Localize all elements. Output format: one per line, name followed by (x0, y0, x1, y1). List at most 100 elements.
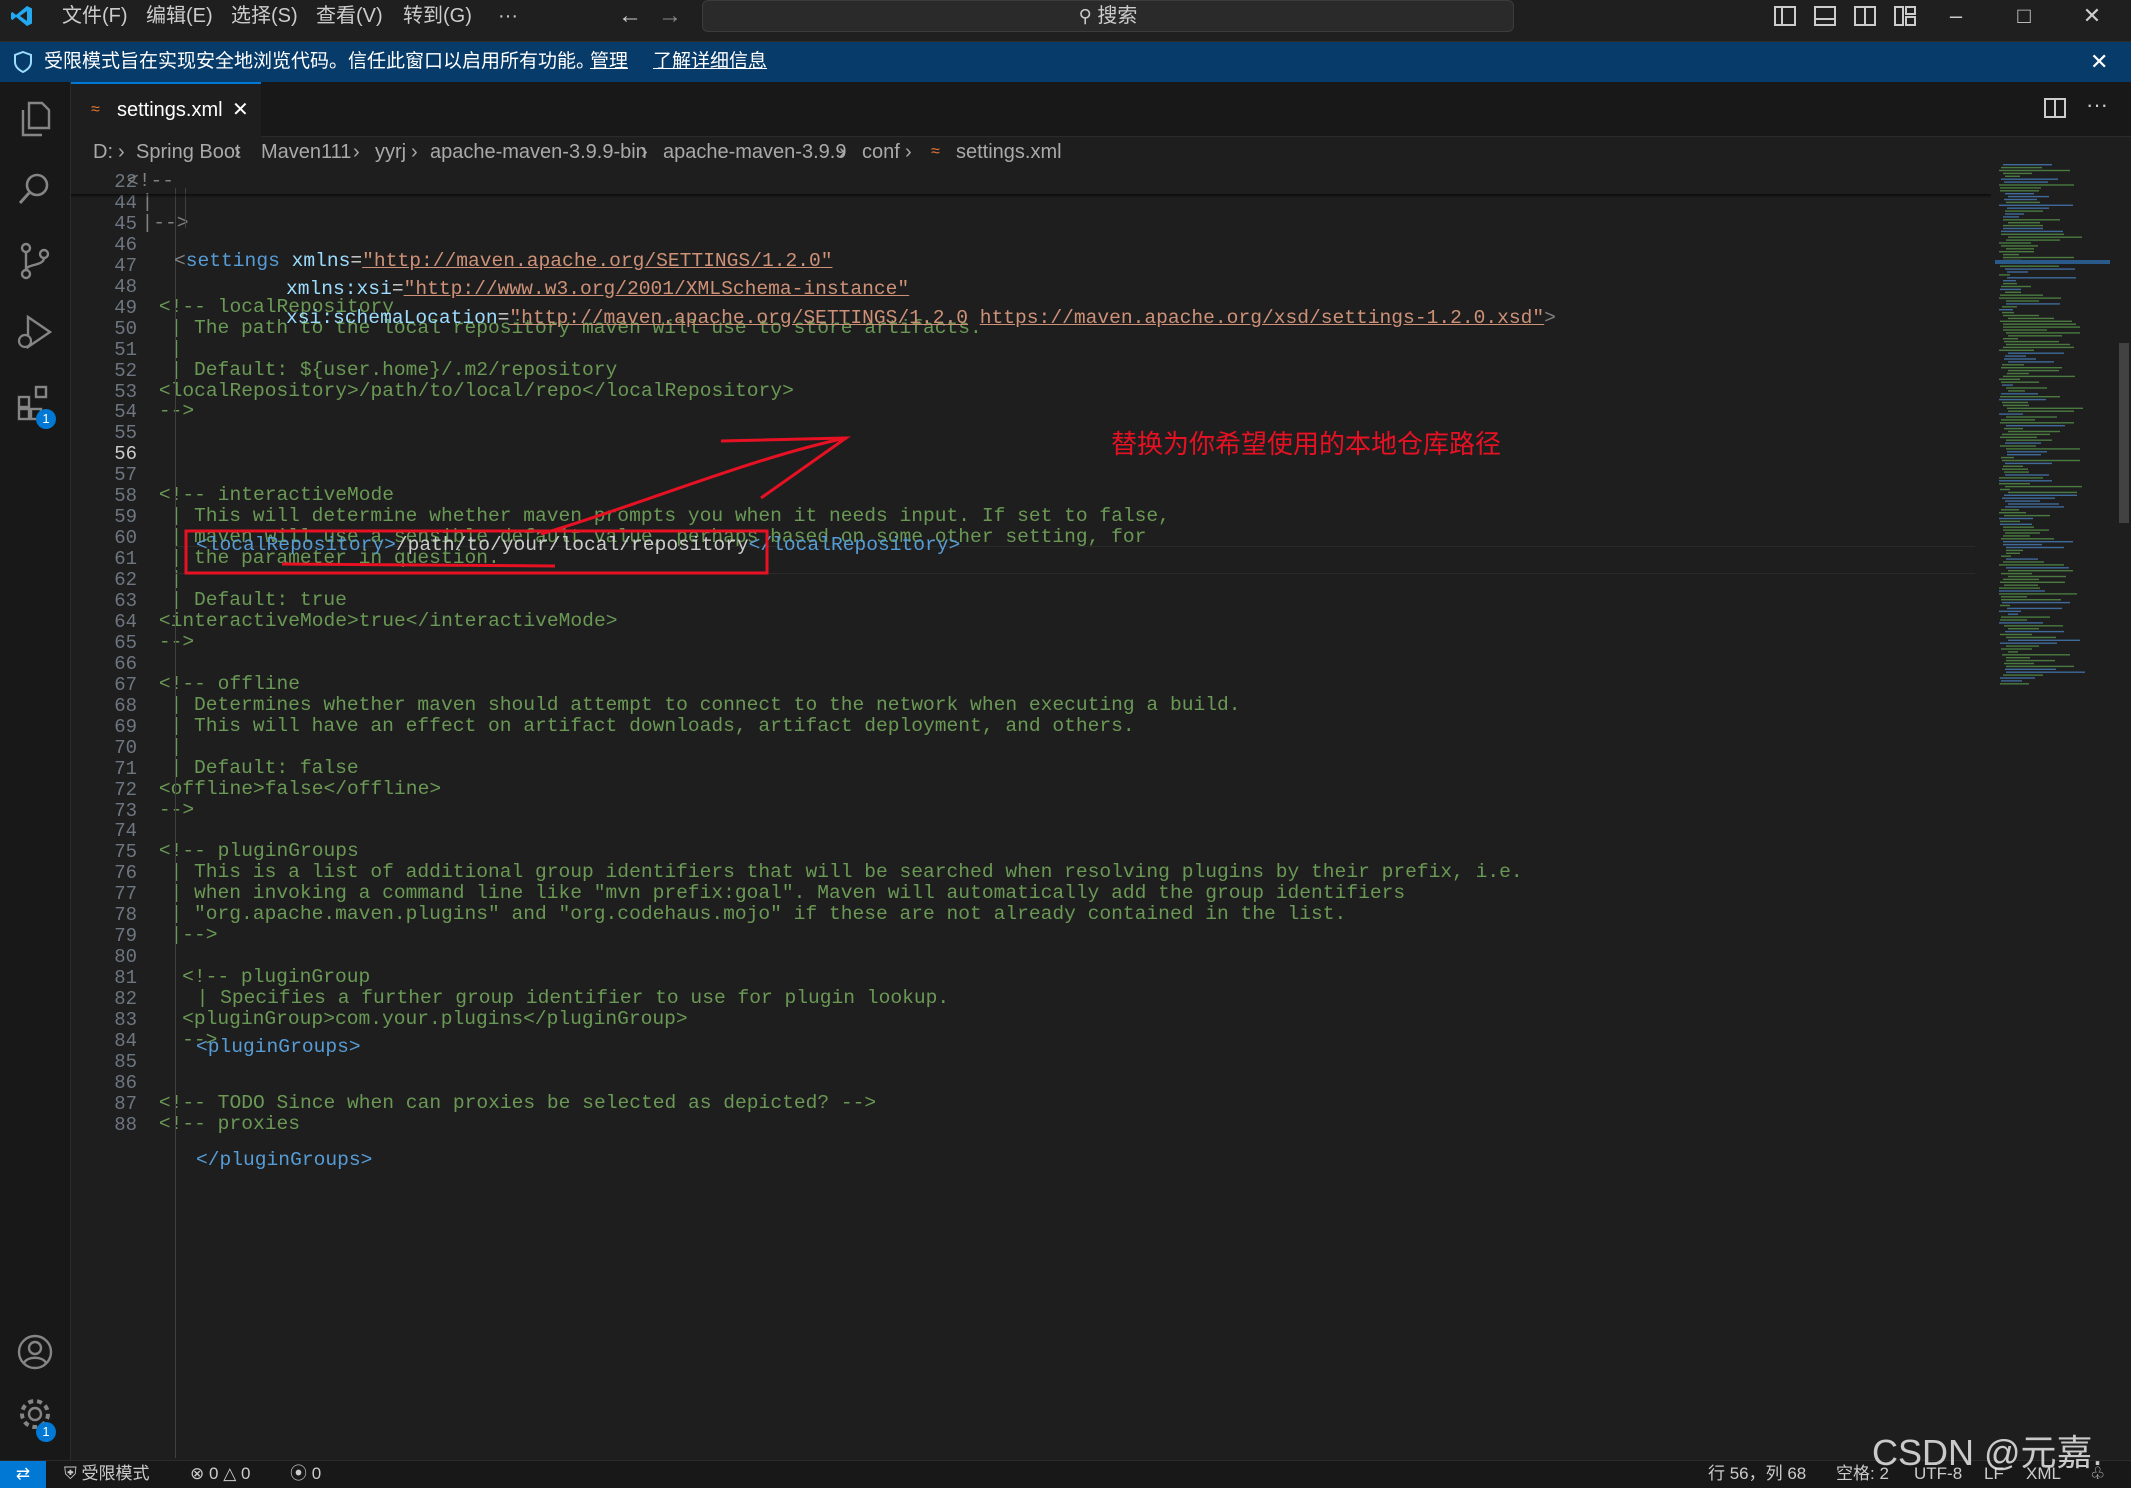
minimap-line (2000, 683, 2029, 685)
minimap-line (2007, 277, 2076, 279)
breadcrumb-drive[interactable]: D: (93, 137, 113, 167)
restricted-mode-banner: 受限模式旨在实现安全地浏览代码。信任此窗口以启用所有功能。 管理 了解详细信息 … (0, 42, 2131, 82)
toggle-secondary-sidebar-icon[interactable] (1854, 6, 1876, 31)
minimap-line (2001, 538, 2054, 540)
minimap-line (2001, 572, 2032, 575)
status-problems[interactable]: ⊗ 0 △ 0 (190, 1461, 250, 1487)
menu-view[interactable]: 查看(V) (316, 0, 383, 41)
status-port-count: 0 (311, 1464, 322, 1483)
minimap-line (2002, 364, 2024, 366)
chevron-right-icon: › (905, 141, 912, 163)
forward-arrow-icon[interactable]: → (658, 2, 682, 30)
maximize-button[interactable]: □ (1996, 0, 2052, 34)
remote-indicator-icon[interactable]: ⇄ (0, 1461, 46, 1488)
menu-more[interactable]: ··· (498, 0, 518, 41)
banner-close-icon[interactable]: ✕ (2090, 42, 2108, 82)
status-ports[interactable]: ⦿ 0 (290, 1461, 321, 1487)
minimap-line (2006, 671, 2085, 673)
shield-icon: ⛨ (64, 1464, 77, 1483)
title-bar: 文件(F) 编辑(E) 选择(S) 查看(V) 转到(G) ··· ← → ⚲ … (0, 0, 2131, 42)
minimap-line (2008, 335, 2062, 337)
minimap-line (2003, 219, 2060, 221)
minimap-line (2000, 320, 2072, 322)
minimap-line (2004, 625, 2063, 627)
run-debug-icon[interactable] (0, 300, 70, 364)
minimap[interactable] (1995, 160, 2110, 710)
menu-go[interactable]: 转到(G) (403, 0, 472, 41)
minimap-line (2003, 404, 2029, 407)
minimap-line (2008, 613, 2018, 615)
tab-close-icon[interactable]: ✕ (232, 84, 249, 136)
banner-learn-more-link[interactable]: 了解详细信息 (653, 42, 767, 82)
minimap-line (1999, 413, 2023, 415)
minimap-line (2003, 465, 2023, 467)
settings-badge: 1 (36, 1422, 56, 1442)
menu-selection[interactable]: 选择(S) (231, 0, 298, 41)
breadcrumb-file[interactable]: settings.xml (956, 137, 1062, 167)
minimap-line (2008, 503, 2059, 505)
vertical-scrollbar[interactable] (2117, 168, 2131, 1460)
status-restricted-label: 受限模式 (81, 1464, 150, 1483)
minimap-line (2000, 288, 2021, 291)
minimap-line (2002, 311, 2014, 314)
minimap-line (2001, 599, 2061, 601)
breadcrumb-conf[interactable]: conf (862, 137, 900, 167)
command-center-search[interactable]: ⚲ 搜索 (702, 0, 1514, 32)
minimap-line (2003, 224, 2043, 227)
minimap-line (2005, 668, 2056, 670)
extensions-icon[interactable]: 1 (0, 371, 70, 435)
minimap-line (2004, 494, 2077, 496)
minimap-line (2003, 346, 2074, 349)
minimap-line (2000, 604, 2010, 607)
minimap-line (2001, 245, 2038, 247)
split-editor-icon[interactable] (2044, 98, 2066, 123)
banner-manage-link[interactable]: 管理 (590, 42, 628, 82)
minimap-line (2003, 253, 2019, 256)
search-icon[interactable] (0, 157, 70, 221)
minimap-line (2002, 459, 2080, 462)
more-actions-icon[interactable]: ··· (2086, 92, 2108, 118)
minimap-line (2000, 642, 2057, 644)
minimap-line (2000, 187, 2041, 189)
breadcrumb-maven111[interactable]: Maven111 (261, 137, 351, 167)
status-restricted-mode[interactable]: ⛨ 受限模式 (64, 1461, 149, 1487)
minimap-line (2008, 222, 2040, 224)
tab-settings-xml[interactable]: ≈ settings.xml ✕ (71, 82, 261, 137)
menu-edit[interactable]: 编辑(E) (146, 0, 213, 41)
close-window-button[interactable]: ✕ (2064, 0, 2120, 34)
source-control-icon[interactable] (0, 229, 70, 293)
minimap-line (2001, 367, 2062, 369)
breadcrumb-maven[interactable]: apache-maven-3.9.9 (663, 137, 846, 167)
minimap-line (2006, 645, 2039, 647)
rss-file-icon: ≈ (931, 143, 940, 160)
minimap-line (2008, 361, 2054, 363)
warning-icon: △ (223, 1464, 237, 1483)
scrollbar-thumb[interactable] (2119, 343, 2129, 523)
minimap-line (1999, 349, 2034, 351)
manage-gear-icon[interactable]: 1 (0, 1382, 70, 1446)
breadcrumb-spring-boot[interactable]: Spring Boot (136, 137, 241, 167)
rss-file-icon: ≈ (91, 101, 100, 118)
breadcrumb-maven-bin[interactable]: apache-maven-3.9.9-bin (430, 137, 647, 167)
minimap-line (2007, 271, 2028, 273)
toggle-panel-icon[interactable] (1814, 6, 1836, 31)
explorer-icon[interactable] (0, 87, 70, 151)
code-editor[interactable]: 22 <!-- 44 | 45 |--> 46 47 48 49 <!-- localReposit… (71, 168, 1991, 1460)
minimap-line (2006, 659, 2055, 662)
back-arrow-icon[interactable]: ← (618, 2, 642, 30)
minimap-line (2008, 628, 2039, 630)
customize-layout-icon[interactable] (1894, 6, 1916, 31)
menu-file[interactable]: 文件(F) (62, 0, 128, 41)
error-icon: ⊗ (190, 1464, 205, 1483)
minimap-line (2002, 468, 2028, 470)
minimize-button[interactable]: – (1928, 0, 1984, 34)
minimap-line (2004, 471, 2029, 473)
minimap-line (1999, 564, 2064, 566)
minimap-line (2008, 352, 2064, 354)
breadcrumb-yyrj[interactable]: yyrj (375, 137, 406, 167)
toggle-primary-sidebar-icon[interactable] (1774, 6, 1796, 31)
minimap-line (2003, 216, 2019, 218)
minimap-line (2008, 575, 2066, 578)
accounts-icon[interactable] (0, 1320, 70, 1384)
status-cursor-position[interactable]: 行 56，列 68 (1708, 1461, 1806, 1487)
